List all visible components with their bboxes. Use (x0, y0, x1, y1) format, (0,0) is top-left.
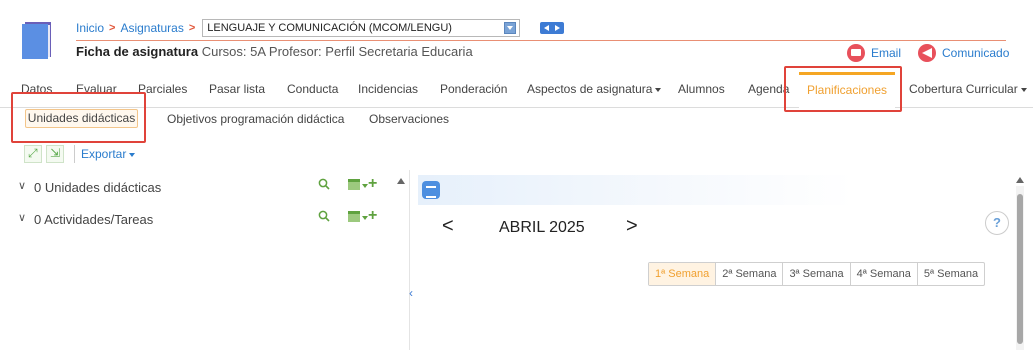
tree-row-label: 0 Unidades didácticas (34, 180, 162, 195)
export-dropdown[interactable]: Exportar (74, 145, 136, 163)
sub-tabs: Unidades didácticas Objetivos programaci… (0, 108, 1033, 130)
chevron-down-icon[interactable]: ∨ (18, 211, 26, 224)
week-selector: 1ª Semana 2ª Semana 3ª Semana 4ª Semana … (648, 262, 986, 286)
subject-select[interactable]: LENGUAJE Y COMUNICACIÓN (MCOM/LENGU) (202, 19, 521, 37)
megaphone-icon (918, 44, 936, 62)
email-label: Email (871, 46, 902, 60)
envelope-icon (847, 44, 865, 62)
highlight-box-unidades (11, 92, 146, 143)
search-icon[interactable] (318, 178, 330, 190)
tab-cobertura-label: Cobertura Curricular (909, 82, 1018, 96)
page-title-description: Cursos: 5A Profesor: Perfil Secretaria E… (201, 44, 473, 59)
subject-select-value: LENGUAJE Y COMUNICACIÓN (MCOM/LENGU) (207, 22, 452, 34)
units-tree-panel: ∨ 0 Unidades didácticas + ∨ 0 Actividade… (12, 170, 410, 350)
week-5-button[interactable]: 5ª Semana (916, 263, 984, 285)
tab-incidencias[interactable]: Incidencias (358, 82, 418, 96)
header-divider (76, 40, 1006, 41)
search-icon[interactable] (318, 210, 330, 222)
tree-row-actividades[interactable]: ∨ 0 Actividades/Tareas + (18, 207, 408, 230)
scrollbar-thumb[interactable] (1017, 194, 1023, 344)
breadcrumb: Inicio > Asignaturas > LENGUAJE Y COMUNI… (76, 19, 521, 37)
page-header: Inicio > Asignaturas > LENGUAJE Y COMUNI… (0, 0, 1033, 66)
page-title-main: Ficha de asignatura (76, 44, 199, 59)
comunicado-button[interactable]: Comunicado (918, 44, 1009, 62)
caret-down-icon (1020, 87, 1027, 92)
subtab-objetivos-programacion[interactable]: Objetivos programación didáctica (167, 112, 344, 126)
page-title: Ficha de asignatura Cursos: 5A Profesor:… (76, 44, 473, 59)
week-1-button[interactable]: 1ª Semana (649, 263, 716, 285)
calendar-view-icon[interactable] (422, 181, 440, 199)
caret-down-icon (129, 152, 136, 157)
scroll-up-icon[interactable] (1016, 177, 1024, 183)
calendar-icon[interactable] (348, 211, 360, 222)
expand-icon[interactable] (24, 145, 42, 163)
next-month-button[interactable]: > (626, 215, 638, 238)
breadcrumb-separator-icon: > (188, 22, 196, 34)
add-dropdown-icon[interactable]: + (368, 207, 377, 225)
month-label: ABRIL 2025 (499, 219, 585, 236)
tab-ponderacion[interactable]: Ponderación (440, 82, 507, 96)
tab-alumnos[interactable]: Alumnos (678, 82, 725, 96)
chevron-down-icon[interactable] (504, 22, 517, 34)
export-label: Exportar (81, 147, 127, 161)
tree-row-label: 0 Actividades/Tareas (34, 212, 154, 227)
calendar-icon[interactable] (348, 179, 360, 190)
help-button[interactable]: ? (985, 211, 1009, 235)
tree-row-unidades[interactable]: ∨ 0 Unidades didácticas + (18, 175, 408, 198)
add-icon[interactable]: + (368, 175, 377, 193)
book-icon (22, 22, 51, 59)
breadcrumb-separator-icon: > (109, 22, 116, 34)
tab-conducta[interactable]: Conducta (287, 82, 338, 96)
prev-next-subject-arrows-icon[interactable] (540, 22, 564, 34)
tab-aspectos-label: Aspectos de asignatura (527, 82, 653, 96)
week-4-button[interactable]: 4ª Semana (849, 263, 917, 285)
tab-cobertura-curricular[interactable]: Cobertura Curricular (909, 82, 1027, 96)
prev-month-button[interactable]: < (442, 215, 454, 238)
tab-aspectos-de-asignatura[interactable]: Aspectos de asignatura (527, 82, 662, 96)
highlight-box-planificaciones (784, 66, 902, 112)
comunicado-label: Comunicado (942, 46, 1010, 60)
vertical-scrollbar[interactable] (1016, 186, 1024, 350)
collapse-panel-icon[interactable]: ‹ (409, 286, 413, 300)
week-2-button[interactable]: 2ª Semana (715, 263, 782, 285)
caret-down-icon (655, 87, 662, 92)
tab-pasar-lista[interactable]: Pasar lista (209, 82, 265, 96)
toolbar: Exportar (24, 145, 136, 163)
import-icon[interactable] (46, 145, 64, 163)
chevron-down-icon[interactable]: ∨ (18, 179, 26, 192)
email-button[interactable]: Email (847, 44, 901, 62)
week-3-button[interactable]: 3ª Semana (782, 263, 849, 285)
scroll-up-icon[interactable] (397, 178, 405, 184)
breadcrumb-inicio[interactable]: Inicio (76, 21, 104, 35)
subtab-observaciones[interactable]: Observaciones (369, 112, 449, 126)
calendar-header-bar (418, 175, 854, 205)
breadcrumb-asignaturas[interactable]: Asignaturas (120, 21, 183, 35)
